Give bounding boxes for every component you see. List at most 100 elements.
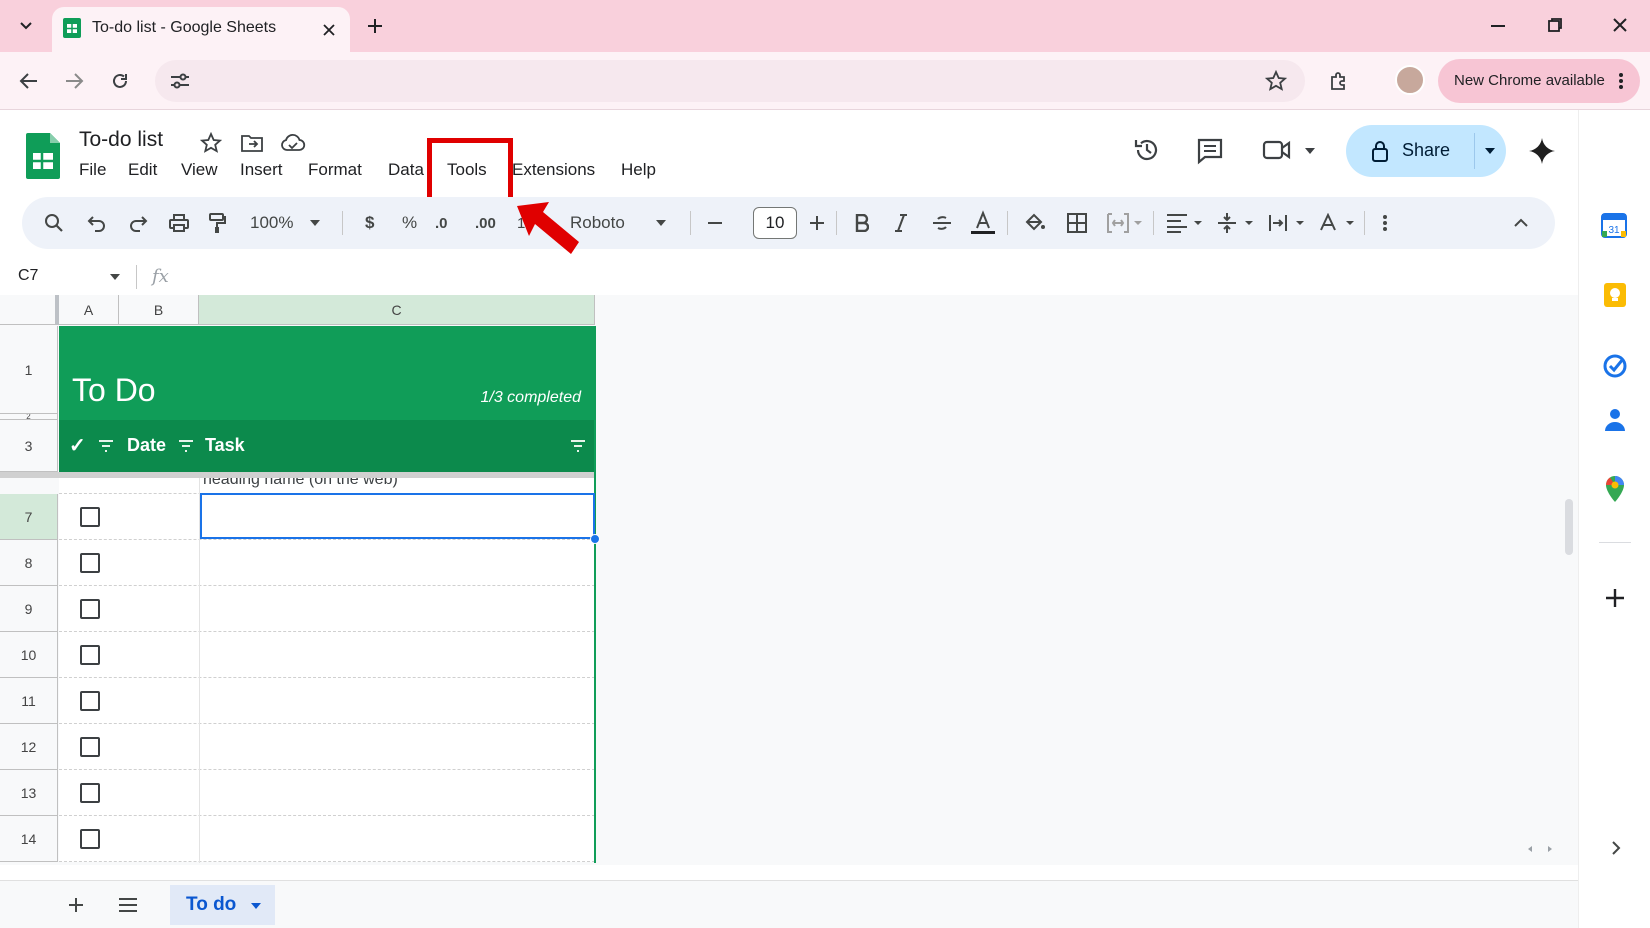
borders-button[interactable]: [1067, 197, 1087, 249]
restore-icon[interactable]: [1547, 17, 1563, 33]
calendar-icon[interactable]: 31: [1601, 212, 1627, 238]
menu-format[interactable]: Format: [308, 160, 362, 180]
vertical-align-button[interactable]: [1217, 197, 1255, 249]
fill-handle[interactable]: [590, 534, 600, 544]
currency-button[interactable]: $: [365, 197, 374, 249]
partial-row[interactable]: heading name (on the web): [59, 478, 595, 494]
star-icon[interactable]: [200, 132, 222, 154]
add-sheet-icon[interactable]: [68, 897, 84, 913]
more-options-button[interactable]: [1382, 197, 1388, 249]
new-chrome-button[interactable]: New Chrome available: [1438, 59, 1640, 103]
row-header-9[interactable]: 9: [0, 586, 58, 632]
menu-view[interactable]: View: [181, 160, 218, 180]
decrease-font-size-button[interactable]: [707, 197, 723, 249]
text-color-button[interactable]: [970, 197, 996, 249]
gemini-sparkle-icon[interactable]: [1527, 136, 1557, 166]
row-header-10[interactable]: 10: [0, 632, 58, 678]
row-header-14[interactable]: 14: [0, 816, 58, 862]
horizontal-align-button[interactable]: [1166, 197, 1204, 249]
site-settings-icon[interactable]: [169, 71, 191, 91]
reload-button[interactable]: [103, 64, 137, 98]
back-button[interactable]: [12, 64, 46, 98]
keep-icon[interactable]: [1603, 282, 1627, 308]
tasks-icon[interactable]: [1602, 353, 1628, 379]
task-checkbox[interactable]: [80, 507, 100, 527]
name-box[interactable]: C7: [18, 267, 38, 285]
menu-data[interactable]: Data: [388, 160, 424, 180]
select-all-corner[interactable]: [0, 295, 59, 325]
all-sheets-menu-icon[interactable]: [118, 898, 138, 912]
row-header-1[interactable]: 1: [0, 326, 58, 414]
sheets-logo-icon[interactable]: [26, 133, 60, 179]
column-header-c[interactable]: C: [199, 295, 595, 325]
horizontal-scroll-arrows[interactable]: [1520, 840, 1560, 858]
task-checkbox[interactable]: [80, 553, 100, 573]
document-title[interactable]: To-do list: [79, 128, 163, 152]
task-checkbox[interactable]: [80, 783, 100, 803]
chevron-right-icon[interactable]: [1611, 840, 1621, 856]
contacts-icon[interactable]: [1604, 407, 1626, 433]
filter-icon[interactable]: [98, 440, 114, 452]
row-header-12[interactable]: 12: [0, 724, 58, 770]
column-header-a[interactable]: A: [59, 295, 119, 325]
comments-icon[interactable]: [1196, 137, 1224, 165]
share-button[interactable]: Share: [1346, 125, 1506, 177]
forward-button[interactable]: [57, 64, 91, 98]
share-dropdown-icon[interactable]: [1484, 147, 1496, 155]
bold-button[interactable]: [855, 197, 869, 249]
search-menus-button[interactable]: [44, 197, 64, 249]
merge-cells-button[interactable]: [1107, 197, 1143, 249]
task-checkbox[interactable]: [80, 645, 100, 665]
row-header-3[interactable]: 3: [0, 420, 58, 472]
browser-tab[interactable]: To-do list - Google Sheets: [52, 7, 350, 52]
address-bar[interactable]: [155, 60, 1305, 102]
undo-button[interactable]: [87, 197, 107, 249]
caret-down-icon[interactable]: [250, 902, 262, 910]
filter-icon[interactable]: [178, 440, 194, 452]
minimize-icon[interactable]: [1490, 24, 1506, 28]
task-checkbox[interactable]: [80, 829, 100, 849]
bookmark-star-icon[interactable]: [1265, 70, 1287, 92]
extensions-button[interactable]: [1322, 64, 1356, 98]
selected-cell-c7[interactable]: [200, 493, 595, 539]
font-select[interactable]: Roboto: [570, 197, 667, 249]
filter-icon[interactable]: [570, 440, 586, 452]
zoom-select[interactable]: 100%: [250, 197, 321, 249]
task-checkbox[interactable]: [80, 599, 100, 619]
menu-edit[interactable]: Edit: [128, 160, 157, 180]
cloud-saved-icon[interactable]: [280, 133, 306, 153]
profile-avatar[interactable]: [1395, 65, 1425, 95]
italic-button[interactable]: [894, 197, 908, 249]
row-header-11[interactable]: 11: [0, 678, 58, 724]
maps-icon[interactable]: [1605, 475, 1625, 503]
version-history-icon[interactable]: [1133, 136, 1161, 164]
increase-font-size-button[interactable]: [809, 197, 825, 249]
get-addons-plus-icon[interactable]: [1604, 587, 1626, 609]
font-size-input[interactable]: 10: [753, 207, 797, 239]
task-checkbox[interactable]: [80, 691, 100, 711]
column-header-b[interactable]: B: [119, 295, 199, 325]
tab-search-button[interactable]: [10, 10, 42, 42]
redo-button[interactable]: [128, 197, 148, 249]
task-checkbox[interactable]: [80, 737, 100, 757]
scroll-thumb[interactable]: [1565, 499, 1573, 555]
new-tab-icon[interactable]: [366, 17, 384, 35]
move-folder-icon[interactable]: [240, 133, 264, 153]
menu-extensions[interactable]: Extensions: [512, 160, 595, 180]
percent-button[interactable]: %: [402, 197, 417, 249]
paint-format-button[interactable]: [208, 197, 226, 249]
menu-file[interactable]: File: [79, 160, 106, 180]
row-header-7[interactable]: 7: [0, 494, 58, 540]
close-window-icon[interactable]: [1612, 17, 1628, 33]
increase-decimal-button[interactable]: .00: [475, 197, 496, 249]
formula-input[interactable]: [180, 261, 1570, 293]
meet-button[interactable]: [1262, 135, 1322, 167]
fill-color-button[interactable]: [1023, 197, 1047, 249]
collapse-menus-button[interactable]: [1513, 197, 1529, 249]
row-header-8[interactable]: 8: [0, 540, 58, 586]
row-header-13[interactable]: 13: [0, 770, 58, 816]
strikethrough-button[interactable]: [932, 197, 952, 249]
decrease-decimal-button[interactable]: .0: [435, 197, 448, 249]
menu-insert[interactable]: Insert: [240, 160, 283, 180]
text-wrapping-button[interactable]: [1268, 197, 1306, 249]
